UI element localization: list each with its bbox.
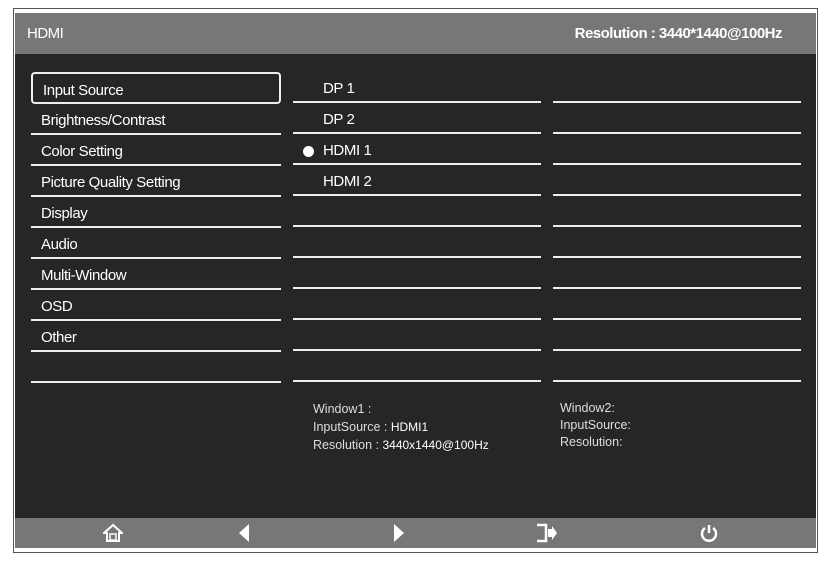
menu-item-brightness-contrast[interactable]: Brightness/Contrast — [31, 104, 281, 135]
menu-label: Brightness/Contrast — [41, 112, 166, 129]
menu-label: Display — [41, 205, 88, 222]
empty-row — [293, 227, 541, 258]
source-label: HDMI 1 — [323, 142, 372, 159]
empty-row — [293, 289, 541, 320]
window1-title: Window1 : — [313, 402, 372, 416]
source-label: DP 2 — [323, 111, 355, 128]
empty-row — [553, 103, 801, 134]
menu-body: Input Source Brightness/Contrast Color S… — [15, 54, 816, 518]
power-icon[interactable] — [699, 523, 719, 548]
menu-label: Color Setting — [41, 143, 123, 160]
input-label: InputSource : — [313, 420, 391, 434]
source-label: DP 1 — [323, 80, 355, 97]
resolution-label: Resolution : — [313, 438, 383, 452]
resolution-value: 3440x1440@100Hz — [382, 438, 489, 452]
selected-dot-icon — [303, 146, 314, 157]
window2-title: Window2: — [560, 401, 615, 415]
empty-row — [553, 351, 801, 382]
empty-row — [553, 258, 801, 289]
menu-item-display[interactable]: Display — [31, 197, 281, 228]
menu-item-audio[interactable]: Audio — [31, 228, 281, 259]
menu-item-osd[interactable]: OSD — [31, 290, 281, 321]
menu-item-other[interactable]: Other — [31, 321, 281, 352]
menu-label: Multi-Window — [41, 267, 127, 284]
empty-row — [553, 227, 801, 258]
empty-row — [553, 289, 801, 320]
empty-row — [553, 72, 801, 103]
window2-info: Window2: InputSource: Resolution: — [560, 400, 631, 451]
empty-row — [553, 134, 801, 165]
empty-row — [553, 320, 801, 351]
source-hdmi1[interactable]: HDMI 1 — [293, 134, 541, 165]
empty-row — [293, 258, 541, 289]
right-arrow-icon[interactable] — [392, 523, 406, 548]
empty-row — [553, 165, 801, 196]
menu-label: Input Source — [43, 82, 124, 99]
source-label: HDMI 2 — [323, 173, 372, 190]
resolution-readout: Resolution : 3440*1440@100Hz — [574, 25, 783, 42]
menu-label: OSD — [41, 298, 73, 315]
source-dp2[interactable]: DP 2 — [293, 103, 541, 134]
resolution-label: Resolution: — [560, 435, 623, 449]
menu-label: Picture Quality Setting — [41, 174, 181, 191]
left-arrow-icon[interactable] — [237, 523, 251, 548]
home-icon[interactable] — [101, 523, 125, 548]
osd-window: HDMI Resolution : 3440*1440@100Hz Input … — [13, 8, 818, 553]
empty-row — [553, 196, 801, 227]
source-hdmi2[interactable]: HDMI 2 — [293, 165, 541, 196]
input-label: InputSource: — [560, 418, 631, 432]
menu-item-picture-quality[interactable]: Picture Quality Setting — [31, 166, 281, 197]
menu-label: Other — [41, 329, 77, 346]
empty-row — [293, 196, 541, 227]
empty-row — [293, 351, 541, 382]
header-bar: HDMI Resolution : 3440*1440@100Hz — [15, 13, 816, 54]
main-menu: Input Source Brightness/Contrast Color S… — [31, 72, 281, 383]
menu-item-color-setting[interactable]: Color Setting — [31, 135, 281, 166]
footer-bar — [15, 518, 816, 548]
empty-row — [293, 320, 541, 351]
sub-option-list — [553, 72, 801, 382]
menu-item-input-source[interactable]: Input Source — [31, 72, 281, 104]
exit-icon[interactable] — [535, 523, 559, 548]
menu-label: Audio — [41, 236, 78, 253]
input-value: HDMI1 — [390, 420, 429, 434]
window1-info: Window1 : InputSource : HDMI1 Resolution… — [313, 400, 489, 454]
source-list: DP 1 DP 2 HDMI 1 HDMI 2 — [293, 72, 541, 382]
source-dp1[interactable]: DP 1 — [293, 72, 541, 103]
menu-item-multi-window[interactable]: Multi-Window — [31, 259, 281, 290]
input-title: HDMI — [27, 25, 64, 42]
menu-item-empty — [31, 352, 281, 383]
